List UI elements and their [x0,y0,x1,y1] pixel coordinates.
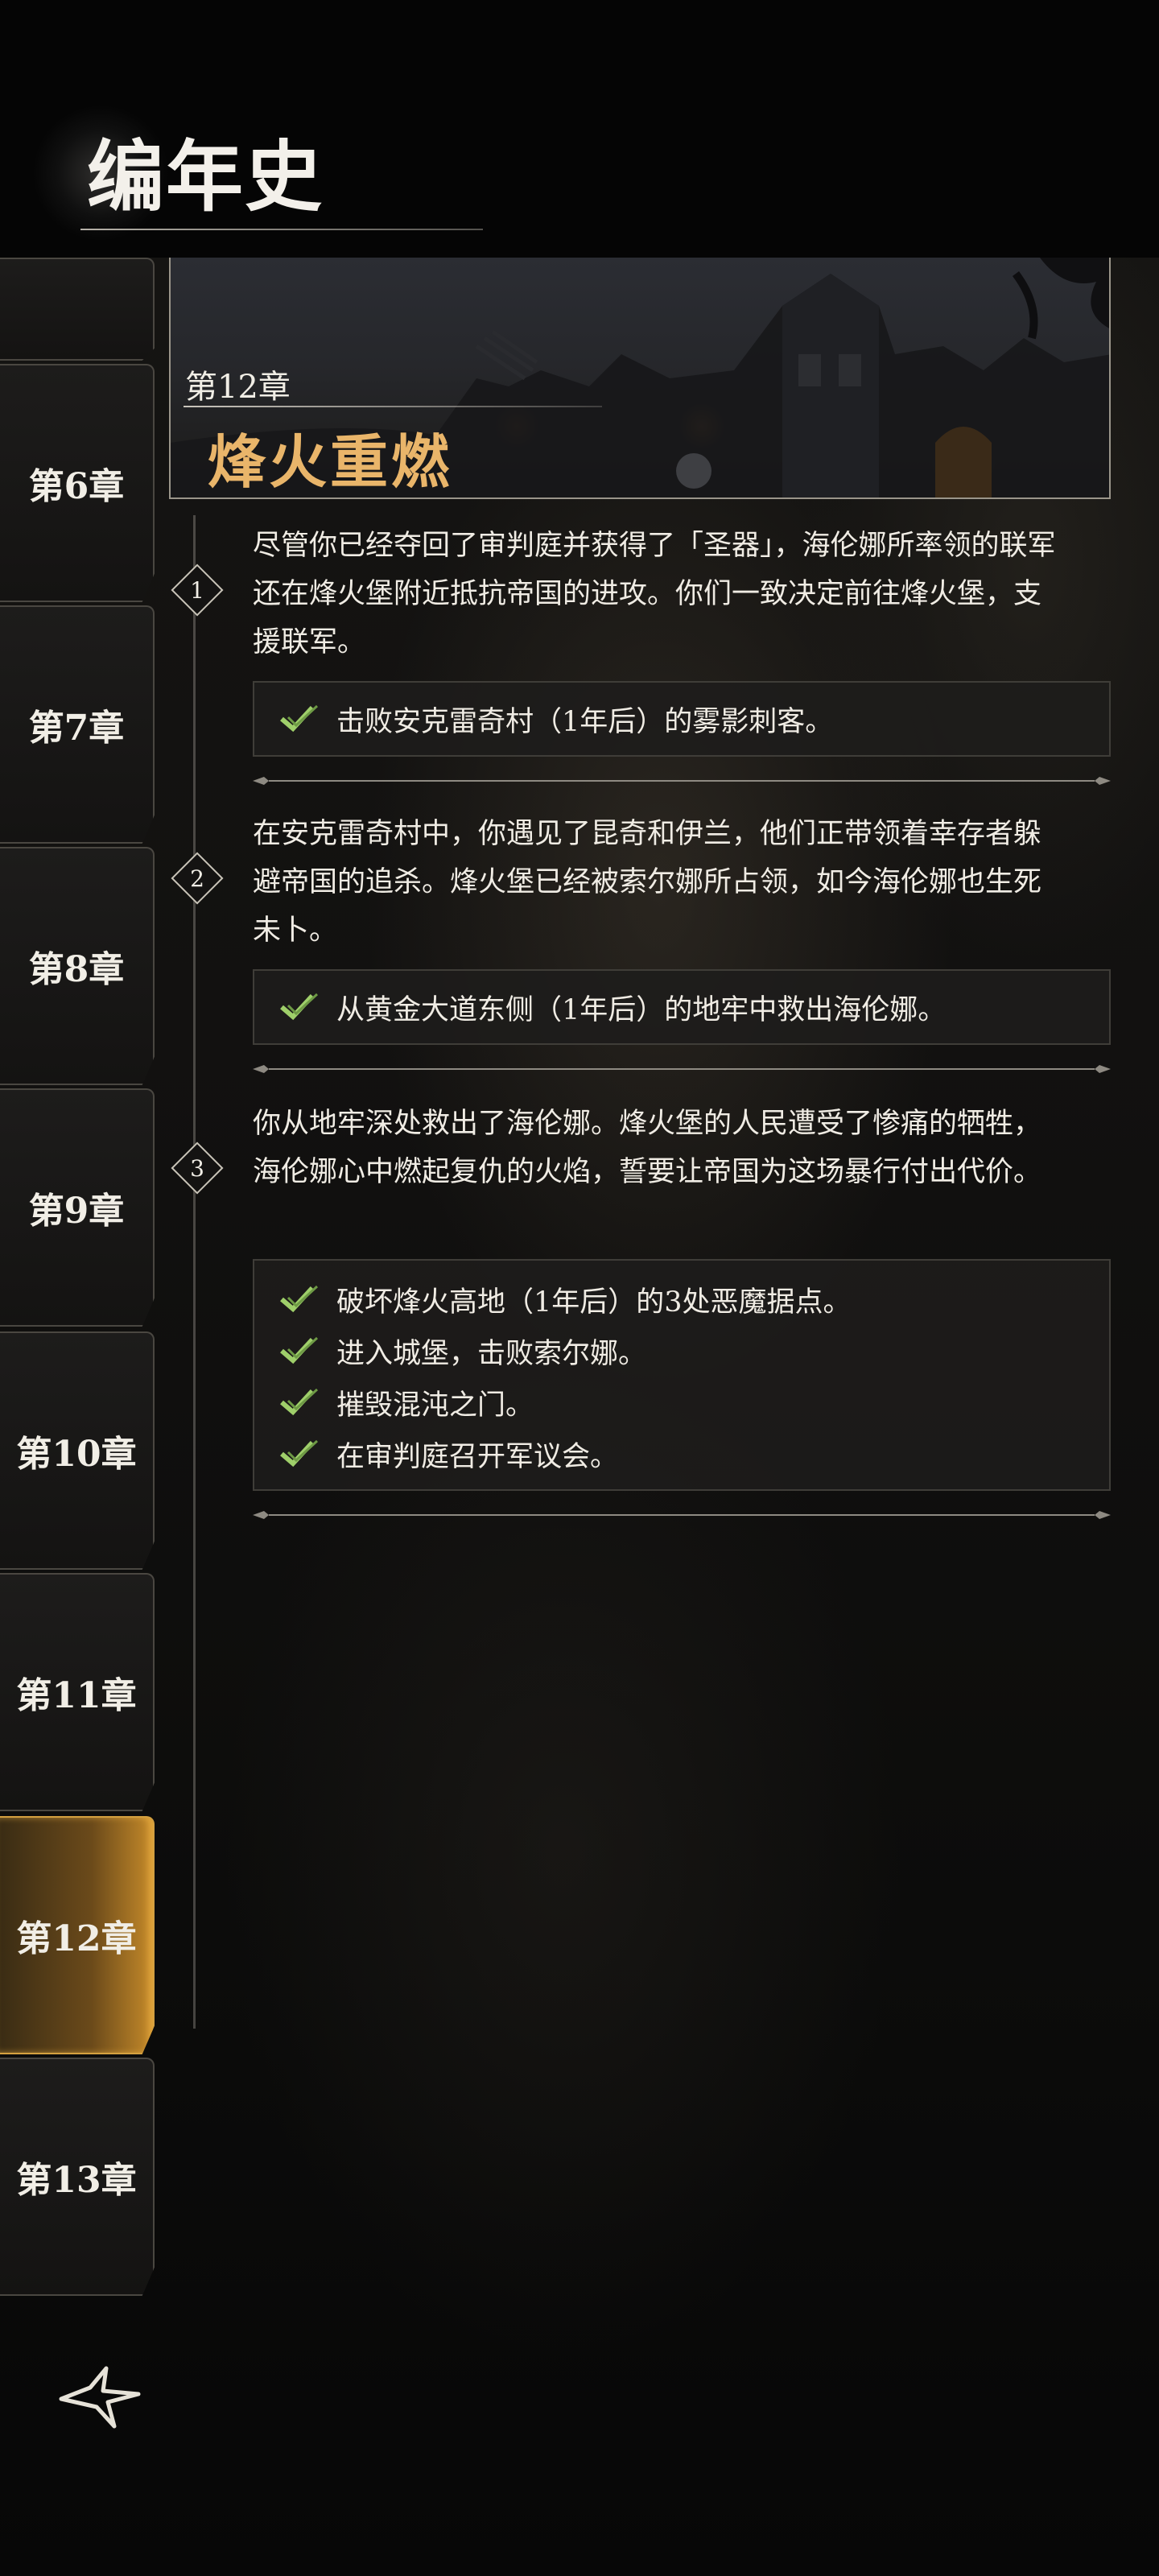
chapter-number-underline [184,406,602,407]
chapter-number: 第12章 [185,369,291,406]
timeline-rail [193,515,196,2029]
header: 编年史 [0,0,1159,258]
objective-text: 进入城堡，击败索尔娜。 [336,1337,647,1370]
objective-text: 从黄金大道东侧（1年后）的地牢中救出海伦娜。 [336,993,947,1026]
check-icon [280,993,319,1021]
objective-text: 破坏烽火高地（1年后）的3处恶魔据点。 [336,1286,852,1319]
check-icon [280,1336,319,1364]
sidebar-item-chapter-11[interactable]: 第11章 [0,1573,155,1811]
step-text: 尽管你已经夺回了审判庭并获得了「圣器」，海伦娜所率领的联军还在烽火堡附近抵抗帝国… [253,530,1056,658]
objective-item: 进入城堡，击败索尔娜。 [254,1325,1109,1377]
objective-list: 击败安克雷奇村（1年后）的雾影刺客。 [253,681,1111,757]
sidebar-item-chapter-7[interactable]: 第7章 [0,605,155,844]
objective-list: 从黄金大道东侧（1年后）的地牢中救出海伦娜。 [253,969,1111,1045]
objective-item: 从黄金大道东侧（1年后）的地牢中救出海伦娜。 [254,981,1109,1033]
check-icon [280,704,319,733]
game-logo-icon[interactable] [58,2359,146,2431]
step-number: 2 [190,865,204,892]
objective-item: 在审判庭召开军议会。 [254,1428,1109,1480]
sidebar-item-chapter-8[interactable]: 第8章 [0,847,155,1085]
sidebar-item-chapter-12[interactable]: 第12章 [0,1816,155,2054]
objective-text: 摧毁混沌之门。 [336,1389,534,1422]
sidebar-item-chapter-6[interactable]: 第6章 [0,364,155,602]
objective-item: 击败安克雷奇村（1年后）的雾影刺客。 [254,693,1109,745]
objective-text: 在审判庭召开军议会。 [336,1440,619,1473]
chapter-title: 烽火重燃 [208,427,453,496]
title-underline [80,229,483,230]
sidebar-item-partial[interactable] [0,258,155,361]
check-icon [280,1388,319,1416]
step-text: 你从地牢深处救出了海伦娜。烽火堡的人民遭受了惨痛的牺牲，海伦娜心中燃起复仇的火焰… [253,1108,1042,1188]
objective-list: 破坏烽火高地（1年后）的3处恶魔据点。 进入城堡，击败索尔娜。 摧毁混沌之门。 … [253,1259,1111,1491]
step-number: 1 [190,576,204,604]
step-text: 在安克雷奇村中，你遇见了昆奇和伊兰，他们正带领着幸存者躲避帝国的追杀。烽火堡已经… [253,818,1042,947]
check-icon [280,1439,319,1468]
divider [253,1511,1111,1519]
divider [253,1065,1111,1073]
check-icon [280,1285,319,1313]
sidebar-item-chapter-13[interactable]: 第13章 [0,2058,155,2296]
step-number: 3 [190,1154,204,1182]
objective-item: 摧毁混沌之门。 [254,1377,1109,1428]
page-title: 编年史 [87,131,324,222]
objective-text: 击败安克雷奇村（1年后）的雾影刺客。 [336,705,834,738]
sidebar-item-chapter-10[interactable]: 第10章 [0,1331,155,1570]
sidebar-item-chapter-9[interactable]: 第9章 [0,1088,155,1327]
objective-item: 破坏烽火高地（1年后）的3处恶魔据点。 [254,1274,1109,1325]
divider [253,777,1111,785]
